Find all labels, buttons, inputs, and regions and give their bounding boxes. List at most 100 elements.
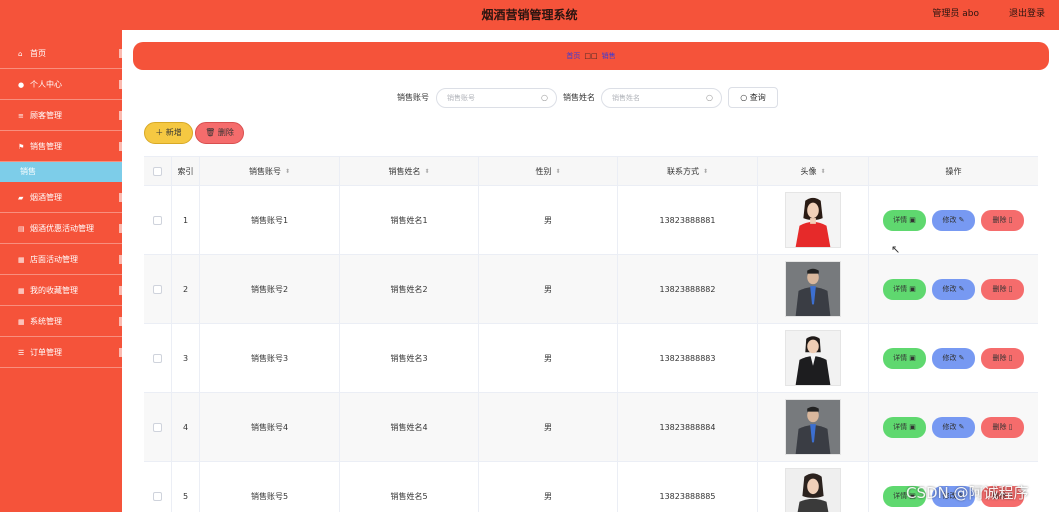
detail-button[interactable]: 详情 ▣ (883, 209, 926, 231)
app-title: 烟酒营销管理系统 (481, 8, 578, 22)
sidebar-item-sales[interactable]: ⚑ 销售管理 (0, 131, 122, 162)
delete-row-button[interactable]: 删除 ▯ (981, 347, 1024, 369)
avatar[interactable] (785, 192, 841, 248)
sidebar-item-tobacco[interactable]: ▰ 烟酒管理 (0, 182, 122, 213)
row-checkbox[interactable] (153, 422, 162, 432)
detail-label: 详情 (893, 491, 908, 500)
cell-phone: 13823888883 (618, 324, 758, 392)
sidebar-item-profile[interactable]: ● 个人中心 (0, 69, 122, 100)
sidebar-item-system[interactable]: ▦ 系统管理 (0, 306, 122, 337)
avatar[interactable] (785, 261, 841, 317)
sort-icon: ⬍ (424, 167, 430, 175)
add-button[interactable]: ＋ 新增 (144, 122, 193, 144)
header-label: 性别 (535, 166, 552, 176)
document-icon: ▣ (907, 353, 916, 362)
header-gender[interactable]: 性别 ⬍ (479, 157, 618, 185)
document-icon: ▣ (907, 284, 916, 293)
cell-gender: 男 (479, 462, 618, 512)
edit-icon: ✎ (956, 422, 965, 431)
delete-row-button[interactable]: 删除 ▯ (981, 278, 1024, 300)
logout-link[interactable]: 退出登录 (1009, 0, 1045, 28)
row-checkbox-cell (144, 186, 172, 254)
edit-button[interactable]: 修改 ✎ (932, 209, 975, 231)
sidebar-item-store-events[interactable]: ▦ 店面活动管理 (0, 244, 122, 275)
table-row: 4 销售账号4 销售姓名4 男 13823888884 详情 ▣ 修改 ✎ 删除… (144, 393, 1038, 462)
sidebar-item-promotions[interactable]: ▤ 烟酒优惠活动管理 (0, 213, 122, 244)
delete-button[interactable]: 🗑 删除 (195, 122, 244, 144)
header-account[interactable]: 销售账号 ⬍ (200, 157, 340, 185)
row-checkbox[interactable] (153, 215, 162, 225)
cell-phone: 13823888881 (618, 186, 758, 254)
query-button[interactable]: ○ 查询 (728, 87, 778, 108)
cell-avatar (758, 186, 869, 254)
trash-icon: ▯ (1006, 284, 1013, 293)
sort-icon: ⬍ (284, 167, 291, 175)
cell-name: 销售姓名2 (340, 255, 479, 323)
delete-label: 删除 (992, 215, 1007, 224)
cell-index: 2 (172, 255, 200, 323)
header-label: 联系方式 (666, 166, 699, 176)
sidebar-item-home[interactable]: ⌂ 首页 (0, 38, 122, 69)
row-checkbox-cell (144, 255, 172, 323)
row-checkbox[interactable] (153, 353, 162, 363)
header-name[interactable]: 销售姓名 ⬍ (340, 157, 479, 185)
sidebar-item-orders[interactable]: ☰ 订单管理 (0, 337, 122, 368)
trash-icon: ▯ (1006, 215, 1013, 224)
row-checkbox-cell (144, 462, 172, 512)
plus-icon: ＋ (155, 128, 166, 137)
avatar[interactable] (785, 330, 841, 386)
account-search-input[interactable]: 销售账号 ○ (436, 88, 557, 108)
row-checkbox[interactable] (153, 284, 162, 294)
document-icon: ▣ (907, 422, 916, 431)
cell-ops: 详情 ▣ 修改 ✎ 删除 ▯ (869, 393, 1038, 461)
delete-row-button[interactable]: 删除 ▯ (981, 209, 1024, 231)
avatar[interactable] (785, 468, 841, 512)
search-icon: ○ (740, 93, 750, 102)
sidebar-subitem-sales[interactable]: 销售 (0, 162, 122, 182)
header-avatar[interactable]: 头像 ⬍ (758, 157, 869, 185)
breadcrumb-home[interactable]: 首页 (566, 52, 580, 60)
expand-handle (119, 49, 122, 58)
edit-icon: ✎ (956, 353, 965, 362)
flag-icon: ⚑ (18, 143, 25, 151)
delete-row-button[interactable]: 删除 ▯ (981, 416, 1024, 438)
detail-button[interactable]: 详情 ▣ (883, 416, 926, 438)
sidebar-item-label: 系统管理 (30, 317, 62, 326)
trash-icon: ▯ (1006, 353, 1013, 362)
cell-name: 销售姓名3 (340, 324, 479, 392)
trash-icon: ▯ (1006, 422, 1013, 431)
home-icon: ⌂ (18, 50, 23, 58)
query-label: 查询 (749, 93, 766, 102)
sidebar: ⌂ 首页 ● 个人中心 ≡ 顾客管理 ⚑ 销售管理 销售 ▰ 烟酒管理 ▤ 烟酒优惠活动管理… (0, 30, 122, 512)
row-checkbox-cell (144, 324, 172, 392)
header-phone[interactable]: 联系方式 ⬍ (618, 157, 758, 185)
table-row: 3 销售账号3 销售姓名3 男 13823888883 详情 ▣ 修改 ✎ 删除… (144, 324, 1038, 393)
cell-account: 销售账号1 (200, 186, 340, 254)
detail-button[interactable]: 详情 ▣ (883, 278, 926, 300)
promo-icon: ▤ (18, 225, 25, 233)
name-search-input[interactable]: 销售姓名 ○ (601, 88, 722, 108)
header-ops: 操作 (945, 166, 962, 176)
edit-label: 修改 (942, 284, 957, 293)
expand-handle (119, 193, 122, 202)
edit-button[interactable]: 修改 ✎ (932, 278, 975, 300)
sidebar-item-customers[interactable]: ≡ 顾客管理 (0, 100, 122, 131)
detail-button[interactable]: 详情 ▣ (883, 347, 926, 369)
document-icon: ▣ (907, 215, 916, 224)
table-header: 索引 销售账号 ⬍ 销售姓名 ⬍ 性别 ⬍ 联系方式 ⬍ 头像 ⬍ 操作 (144, 156, 1038, 186)
sidebar-item-label: 首页 (30, 49, 46, 58)
edit-button[interactable]: 修改 ✎ (932, 416, 975, 438)
edit-button[interactable]: 修改 ✎ (932, 347, 975, 369)
avatar[interactable] (785, 399, 841, 455)
sidebar-item-label: 烟酒优惠活动管理 (30, 224, 94, 233)
select-all-checkbox[interactable] (153, 166, 162, 176)
header-index: 索引 (172, 157, 200, 185)
cell-account: 销售账号5 (200, 462, 340, 512)
expand-handle (119, 224, 122, 233)
sidebar-item-favorites[interactable]: ▦ 我的收藏管理 (0, 275, 122, 306)
row-checkbox[interactable] (153, 491, 162, 501)
expand-handle (119, 80, 122, 89)
expand-handle (119, 142, 122, 151)
order-icon: ☰ (18, 349, 25, 357)
name-placeholder: 销售姓名 (612, 94, 640, 102)
